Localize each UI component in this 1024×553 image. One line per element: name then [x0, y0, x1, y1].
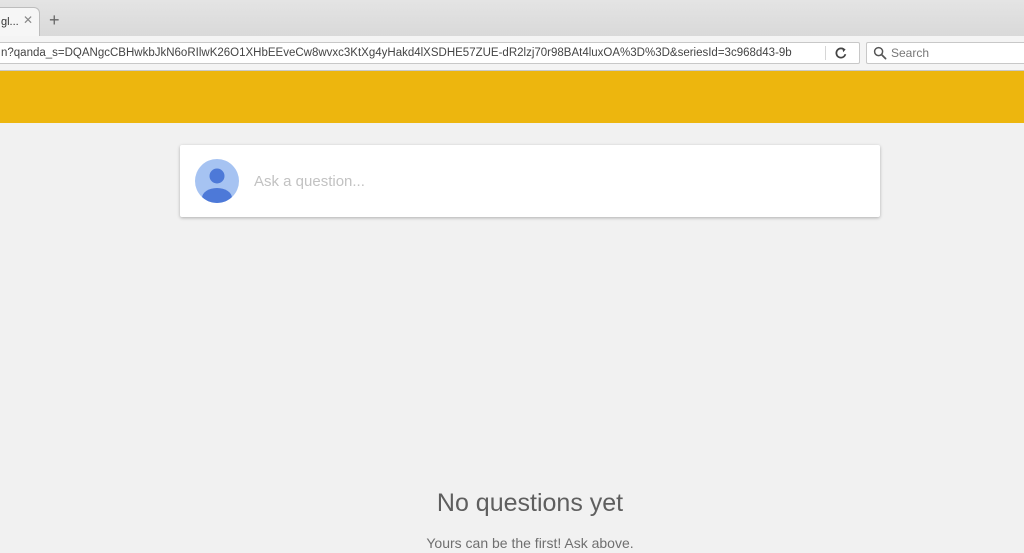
search-input[interactable] — [891, 43, 1021, 63]
header-band — [0, 71, 1024, 123]
url-text[interactable]: n?qanda_s=DQANgcCBHwkbJkN6oRIlwK26O1XHbE… — [1, 47, 801, 59]
empty-state-title: No questions yet — [436, 489, 624, 517]
tab-strip: gl... ✕ + — [0, 0, 1024, 37]
address-bar-divider — [825, 46, 826, 60]
user-avatar-icon — [195, 159, 239, 203]
address-bar[interactable]: n?qanda_s=DQANgcCBHwkbJkN6oRIlwK26O1XHbE… — [0, 42, 860, 64]
ask-question-input[interactable] — [254, 169, 854, 193]
browser-toolbar: n?qanda_s=DQANgcCBHwkbJkN6oRIlwK26O1XHbE… — [0, 36, 1024, 71]
search-icon — [873, 46, 887, 60]
page-content: No questions yet Yours can be the first!… — [0, 71, 1024, 553]
browser-window: gl... ✕ + n?qanda_s=DQANgcCBHwkbJkN6oRIl… — [0, 0, 1024, 553]
close-tab-icon[interactable]: ✕ — [23, 14, 33, 26]
empty-state-subtitle: Yours can be the first! Ask above. — [426, 535, 634, 551]
reload-icon[interactable] — [833, 45, 849, 61]
tab-title: gl... — [1, 16, 19, 28]
browser-tab[interactable]: gl... ✕ — [0, 7, 40, 36]
search-box[interactable] — [866, 42, 1024, 64]
ask-question-card[interactable] — [180, 145, 880, 217]
new-tab-button[interactable]: + — [49, 11, 60, 29]
